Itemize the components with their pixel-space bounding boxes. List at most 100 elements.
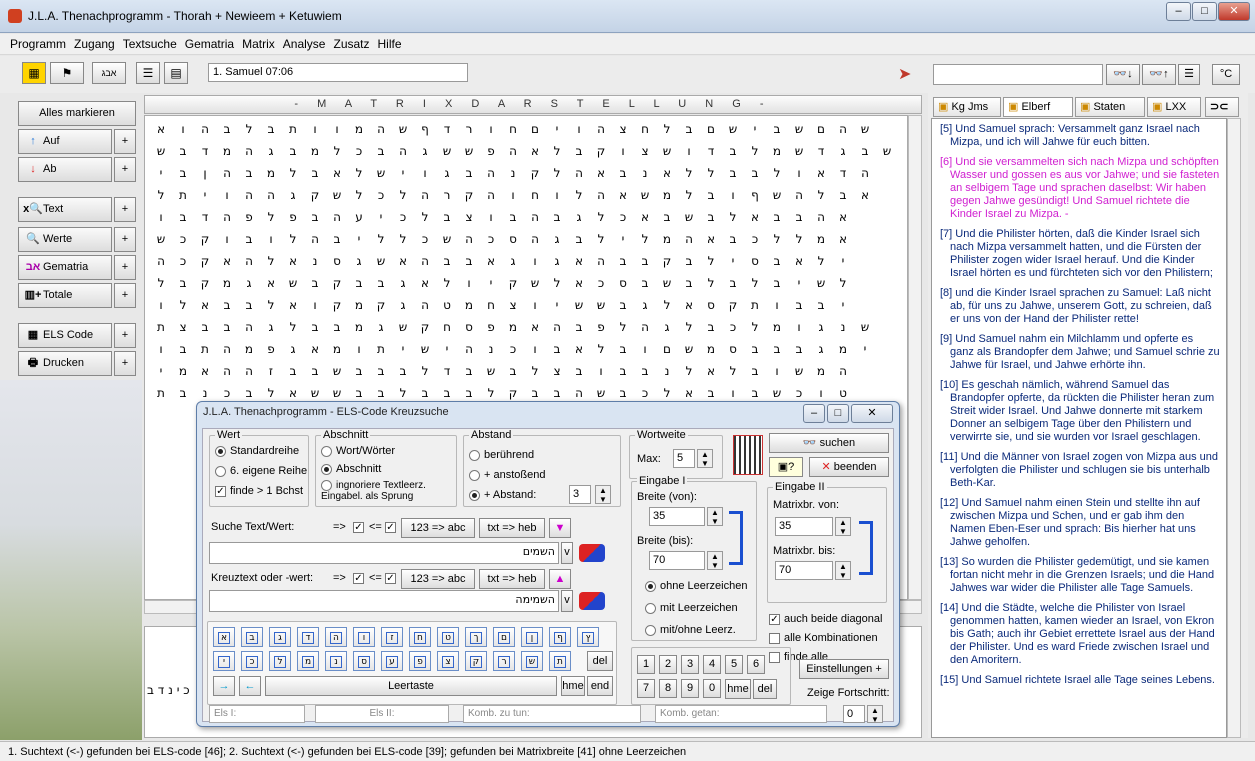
matrix-cell[interactable]: ב: [173, 276, 193, 290]
matrix-cell[interactable]: ש: [789, 364, 809, 378]
matrix-cell[interactable]: ח: [635, 122, 655, 136]
matrix-cell[interactable]: ש: [679, 342, 699, 356]
hebrew-key[interactable]: ב: [241, 627, 263, 647]
hebrew-key[interactable]: ף: [549, 627, 571, 647]
hebrew-key[interactable]: ץ: [577, 627, 599, 647]
matrix-cell[interactable]: ב: [613, 342, 633, 356]
matrix-cell[interactable]: ג: [261, 144, 281, 158]
matrix-cell[interactable]: א: [525, 320, 545, 334]
matrix-cell[interactable]: ק: [195, 232, 215, 246]
matrix-cell[interactable]: ב: [679, 276, 699, 290]
matrix-cell[interactable]: ב: [195, 320, 215, 334]
matrix-cell[interactable]: כ: [613, 210, 633, 224]
matrix-cell[interactable]: ל: [415, 210, 435, 224]
matrix-cell[interactable]: ו: [481, 122, 501, 136]
matrix-cell[interactable]: ב: [349, 364, 369, 378]
matrix-cell[interactable]: א: [525, 144, 545, 158]
matrix-cell[interactable]: כ: [789, 386, 809, 400]
matrix-cell[interactable]: י: [481, 276, 501, 290]
matrix-cell[interactable]: י: [789, 276, 809, 290]
matrix-cell[interactable]: ה: [547, 320, 567, 334]
matrix-cell[interactable]: ה: [393, 144, 413, 158]
minimize-button[interactable]: –: [1166, 2, 1191, 21]
matrix-cell[interactable]: ו: [767, 298, 787, 312]
matrix-cell[interactable]: ב: [393, 364, 413, 378]
matrix-cell[interactable]: ב: [349, 386, 369, 400]
hebrew-key[interactable]: ז: [381, 627, 403, 647]
matrix-cell[interactable]: ה: [239, 254, 259, 268]
matrix-cell[interactable]: י: [855, 342, 875, 356]
matrix-cell[interactable]: ו: [789, 166, 809, 180]
matrix-cell[interactable]: א: [833, 210, 853, 224]
matrix-cell[interactable]: ק: [195, 254, 215, 268]
matrix-cell[interactable]: ל: [151, 276, 171, 290]
matrix-cell[interactable]: ב: [217, 320, 237, 334]
hebrew-key[interactable]: ה: [325, 627, 347, 647]
matrix-cell[interactable]: ר: [459, 122, 479, 136]
calculator-icon[interactable]: ▦: [22, 62, 46, 84]
matrix-cell[interactable]: ו: [789, 320, 809, 334]
home-key[interactable]: hme: [561, 676, 585, 696]
matrix-cell[interactable]: ה: [569, 386, 589, 400]
matrix-cell[interactable]: ה: [481, 166, 501, 180]
matrix-cell[interactable]: ה: [525, 210, 545, 224]
gematria-button[interactable]: אב Gematria: [18, 255, 112, 280]
matrix-cell[interactable]: ש: [151, 232, 171, 246]
diagonal-checkbox[interactable]: ✓ auch beide diagonal: [769, 613, 882, 625]
matrix-cell[interactable]: ג: [239, 276, 259, 290]
matrix-cell[interactable]: ש: [305, 386, 325, 400]
up-plus-button[interactable]: +: [114, 129, 136, 154]
matrix-cell[interactable]: ב: [613, 166, 633, 180]
matrix-cell[interactable]: ג: [569, 210, 589, 224]
matrix-cell[interactable]: ו: [305, 122, 325, 136]
matrix-cell[interactable]: נ: [481, 342, 501, 356]
matrix-cell[interactable]: ל: [261, 298, 281, 312]
up-button[interactable]: ↑ Auf: [18, 129, 112, 154]
matrix-cell[interactable]: ה: [239, 364, 259, 378]
matrix-cell[interactable]: ב: [239, 386, 259, 400]
matrix-cell[interactable]: ב: [283, 364, 303, 378]
matrix-cell[interactable]: ד: [833, 166, 853, 180]
matrix-cell[interactable]: ר: [437, 188, 457, 202]
matrix-cell[interactable]: ק: [503, 386, 523, 400]
matrix-cell[interactable]: ב: [459, 364, 479, 378]
matrix-cell[interactable]: ט: [833, 386, 853, 400]
matrix-cell[interactable]: צ: [635, 144, 655, 158]
delete-key[interactable]: del: [587, 651, 613, 671]
matrix-cell[interactable]: ב: [767, 342, 787, 356]
verse-item[interactable]: [11] Und die Männer von Israel zogen von…: [940, 451, 1220, 490]
matrix-cell[interactable]: ה: [217, 342, 237, 356]
matrix-cell[interactable]: ד: [701, 144, 721, 158]
abschnitt-wort-radio[interactable]: Wort/Wörter: [321, 445, 395, 457]
matrix-cell[interactable]: ש: [525, 276, 545, 290]
matrix-cell[interactable]: ש: [767, 386, 787, 400]
matrix-cell[interactable]: ש: [437, 144, 457, 158]
abstand-value-field[interactable]: 3: [569, 485, 591, 504]
matrix-grid-icon[interactable]: [733, 435, 763, 475]
matrix-cell[interactable]: ק: [723, 298, 743, 312]
numpad-delete-key[interactable]: del: [753, 679, 777, 699]
matrix-cell[interactable]: ג: [371, 320, 391, 334]
matrix-cell[interactable]: א: [415, 276, 435, 290]
matrix-cell[interactable]: י: [371, 210, 391, 224]
matrix-cell[interactable]: ש: [789, 122, 809, 136]
matrix-cell[interactable]: מ: [217, 144, 237, 158]
matrix-cell[interactable]: ג: [547, 232, 567, 246]
matrix-cell[interactable]: ל: [371, 232, 391, 246]
progress-spinner[interactable]: ▲ ▼: [867, 705, 883, 724]
matrix-cell[interactable]: ל: [547, 166, 567, 180]
progress-field[interactable]: 0: [843, 705, 865, 723]
matrix-cell[interactable]: ס: [613, 276, 633, 290]
hebrew-key[interactable]: ט: [437, 627, 459, 647]
matrix-cell[interactable]: ג: [547, 254, 567, 268]
matrix-cell[interactable]: ה: [305, 232, 325, 246]
matrix-cell[interactable]: י: [393, 166, 413, 180]
matrix-cell[interactable]: ח: [503, 122, 523, 136]
totals-button[interactable]: ▥+ Totale: [18, 283, 112, 308]
matrix-cell[interactable]: ה: [591, 188, 611, 202]
matrix-cell[interactable]: כ: [371, 188, 391, 202]
matrix-cell[interactable]: ל: [283, 166, 303, 180]
matrix-cell[interactable]: ש: [327, 386, 347, 400]
matrix-cell[interactable]: ש: [767, 188, 787, 202]
matrix-cell[interactable]: ב: [173, 166, 193, 180]
